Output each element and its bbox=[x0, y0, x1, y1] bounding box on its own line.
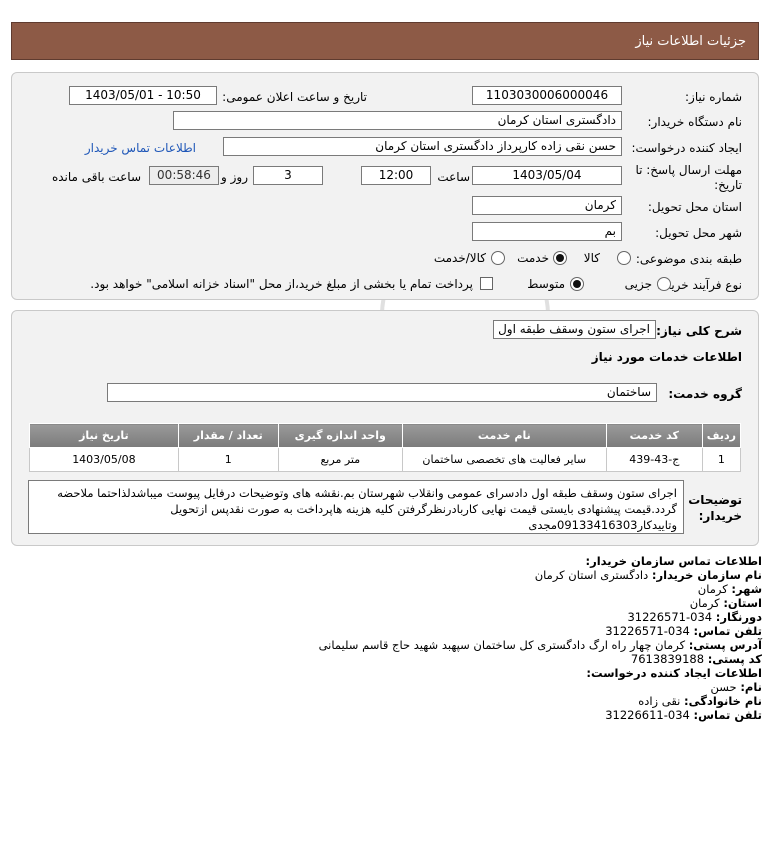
days-remaining-field[interactable]: 3 bbox=[253, 166, 323, 185]
services-title: اطلاعات خدمات مورد نیاز bbox=[591, 350, 742, 364]
remaining-time-field: 00:58:46 bbox=[149, 166, 219, 185]
remaining-time-label: ساعت باقی مانده bbox=[51, 170, 141, 184]
creator-family-line: نام خانوادگی: نقی زاده bbox=[638, 694, 762, 708]
contact-phone: 034-31226571 bbox=[605, 624, 690, 638]
creator-name-line: نام: حسن bbox=[710, 680, 762, 694]
days-label: روز و bbox=[221, 170, 248, 184]
service-group-label: گروه خدمت: bbox=[668, 387, 742, 401]
table-row[interactable]: 1 ج-43-439 سایر فعالیت های تخصصی ساختمان… bbox=[29, 447, 742, 472]
buyer-contact-link[interactable]: اطلاعات تماس خریدار bbox=[85, 141, 196, 155]
city-label: شهر محل تحویل: bbox=[655, 226, 742, 240]
cell-service-code: ج-43-439 bbox=[605, 447, 703, 472]
process-radio-medium[interactable] bbox=[570, 277, 584, 291]
buyer-notes-field: اجرای ستون وسقف طبقه اول دادسرای عمومی و… bbox=[28, 480, 684, 534]
deadline-date-field[interactable]: 1403/05/04 bbox=[472, 166, 622, 185]
creator-phone: 034-31226611 bbox=[605, 708, 690, 722]
deadline-label-date: تاریخ: bbox=[714, 178, 742, 192]
announce-datetime-field[interactable]: 1403/05/01 - 10:50 bbox=[69, 86, 217, 105]
col-service-code: کد خدمت bbox=[605, 423, 703, 448]
process-option-medium: متوسط bbox=[527, 277, 565, 291]
col-unit: واحد اندازه گیری bbox=[277, 423, 403, 448]
category-option-goods-service: کالا/خدمت bbox=[433, 251, 486, 265]
contact-info: اطلاعات تماس سازمان خریدار: نام سازمان خ… bbox=[22, 554, 762, 722]
col-quantity: تعداد / مقدار bbox=[177, 423, 279, 448]
contact-org: دادگستری استان کرمان bbox=[534, 568, 649, 582]
contact-title: اطلاعات تماس سازمان خریدار: bbox=[585, 554, 762, 568]
cell-row: 1 bbox=[701, 447, 742, 472]
category-radio-goods-service[interactable] bbox=[491, 251, 505, 265]
col-service-name: نام خدمت bbox=[401, 423, 607, 448]
creator-title: اطلاعات ایجاد کننده درخواست: bbox=[586, 666, 762, 680]
process-option-minor: جزیی bbox=[624, 277, 652, 291]
creator-label: ایجاد کننده درخواست: bbox=[631, 141, 742, 155]
buyer-org-label: نام دستگاه خریدار: bbox=[647, 115, 743, 129]
time-label: ساعت bbox=[437, 170, 470, 184]
creator-phone-line: تلفن تماس: 034-31226611 bbox=[605, 708, 762, 722]
service-group-field[interactable]: ساختمان bbox=[107, 383, 657, 402]
col-need-date: تاریخ نیاز bbox=[29, 423, 179, 448]
buyer-notes-label: توضیحات خریدار: bbox=[688, 493, 742, 523]
buyer-org-field[interactable]: دادگستری استان کرمان bbox=[173, 111, 622, 130]
cell-quantity: 1 bbox=[177, 447, 279, 472]
contact-city-line: شهر: کرمان bbox=[697, 582, 762, 596]
creator-family: نقی زاده bbox=[638, 694, 681, 708]
creator-field[interactable]: حسن نقی زاده کارپرداز دادگستری استان کرم… bbox=[223, 137, 622, 156]
category-label: طبقه بندی موضوعی: bbox=[635, 252, 742, 266]
services-table: ردیف کد خدمت نام خدمت واحد اندازه گیری ت… bbox=[29, 423, 742, 472]
contact-phone-line: تلفن تماس: 034-31226571 bbox=[605, 624, 762, 638]
creator-name: حسن bbox=[710, 680, 737, 694]
cell-unit: متر مربع bbox=[277, 447, 403, 472]
category-option-goods: کالا bbox=[583, 251, 600, 265]
need-number-label: شماره نیاز: bbox=[685, 90, 742, 104]
contact-address: کرمان چهار راه ارگ دادگستری کل ساختمان س… bbox=[318, 638, 686, 652]
cell-need-date: 1403/05/08 bbox=[29, 447, 179, 472]
deadline-time-field[interactable]: 12:00 bbox=[361, 166, 431, 185]
province-field[interactable]: کرمان bbox=[472, 196, 622, 215]
category-option-service: خدمت bbox=[517, 251, 549, 265]
deadline-label: مهلت ارسال پاسخ: تا bbox=[635, 163, 742, 177]
contact-postal-line: کد پستی: 7613839188 bbox=[630, 652, 762, 666]
city-field[interactable]: بم bbox=[472, 222, 622, 241]
treasury-payment-checkbox[interactable] bbox=[480, 277, 493, 290]
summary-label: شرح کلی نیاز: bbox=[656, 324, 742, 338]
announce-label: تاریخ و ساعت اعلان عمومی: bbox=[222, 90, 367, 104]
table-header-row: ردیف کد خدمت نام خدمت واحد اندازه گیری ت… bbox=[29, 423, 742, 448]
page-header: جزئیات اطلاعات نیاز bbox=[11, 22, 759, 60]
category-radio-service[interactable] bbox=[553, 251, 567, 265]
page-title: جزئیات اطلاعات نیاز bbox=[635, 34, 746, 49]
contact-postal: 7613839188 bbox=[630, 652, 705, 666]
contact-province: کرمان bbox=[689, 596, 720, 610]
col-row: ردیف bbox=[701, 423, 742, 448]
contact-fax: 034-31226571 bbox=[627, 610, 713, 624]
contact-city: کرمان bbox=[697, 582, 728, 596]
category-radio-goods[interactable] bbox=[617, 251, 631, 265]
province-label: استان محل تحویل: bbox=[647, 200, 742, 214]
summary-field[interactable]: اجرای ستون وسقف طبقه اول bbox=[493, 320, 656, 339]
process-radio-minor[interactable] bbox=[657, 277, 671, 291]
contact-fax-line: دورنگار: 034-31226571 bbox=[627, 610, 762, 624]
contact-address-line: آدرس پستی: کرمان چهار راه ارگ دادگستری ک… bbox=[318, 638, 762, 652]
cell-service-name: سایر فعالیت های تخصصی ساختمان bbox=[401, 447, 607, 472]
contact-org-line: نام سازمان خریدار: دادگستری استان کرمان bbox=[534, 568, 762, 582]
treasury-payment-note: پرداخت تمام یا بخشی از مبلغ خرید،از محل … bbox=[90, 277, 473, 291]
need-number-field[interactable]: 1103030006000046 bbox=[472, 86, 622, 105]
contact-province-line: استان: کرمان bbox=[689, 596, 762, 610]
